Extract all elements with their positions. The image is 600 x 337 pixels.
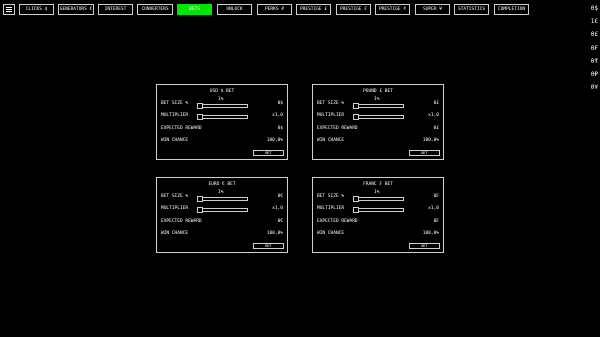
multiplier-value: x1,0 — [272, 113, 283, 118]
bet-size-value: 0₣ — [433, 194, 439, 199]
balance-usd: 0$ — [590, 5, 598, 12]
franc-bet-panel: FRANC ₣ BET 1% BET SIZE % 0₣ MULTIPLIER … — [312, 177, 444, 253]
bet-size-label: BET SIZE % — [317, 194, 345, 199]
bet-size-percent: 1% — [374, 97, 380, 102]
bet-button[interactable]: BET — [253, 243, 284, 249]
balance-ruble: 0₽ — [590, 70, 598, 78]
tab-interest[interactable]: INTEREST — [98, 4, 133, 15]
tab-prestige-franc[interactable]: PRESTIGE ₣ — [336, 4, 371, 15]
balance-rupee: 0₹ — [590, 57, 598, 65]
expected-reward-value: 0€ — [277, 219, 283, 224]
win-chance-label: WIN CHANCE — [161, 138, 189, 143]
slider-handle[interactable] — [197, 114, 203, 120]
expected-reward-label: EXPECTED REWARD — [161, 126, 202, 131]
expected-reward-label: EXPECTED REWARD — [317, 219, 358, 224]
panel-title: FRANC ₣ BET — [363, 182, 393, 187]
balance-pound: 0£ — [590, 31, 598, 39]
tab-perks[interactable]: PERKS ₽ — [257, 4, 292, 15]
slider-handle[interactable] — [353, 114, 359, 120]
tab-completion[interactable]: COMPLETION — [494, 4, 529, 15]
menu-icon[interactable] — [3, 4, 15, 15]
tab-super[interactable]: SUPER ¥ — [415, 4, 450, 15]
win-chance-value: 100,0% — [266, 231, 283, 236]
multiplier-slider[interactable] — [197, 114, 248, 120]
bet-size-label: BET SIZE % — [161, 194, 189, 199]
win-chance-label: WIN CHANCE — [317, 138, 345, 143]
win-chance-value: 100,0% — [422, 138, 439, 143]
bet-size-slider[interactable] — [197, 196, 248, 202]
bet-size-slider[interactable] — [197, 103, 248, 109]
multiplier-value: x1,0 — [428, 206, 439, 211]
slider-handle[interactable] — [353, 103, 359, 109]
bet-size-label: BET SIZE % — [317, 101, 345, 106]
win-chance-label: WIN CHANCE — [317, 231, 345, 236]
expected-reward-label: EXPECTED REWARD — [161, 219, 202, 224]
multiplier-slider[interactable] — [197, 207, 248, 213]
bet-size-value: 0$ — [277, 101, 283, 106]
bet-size-slider[interactable] — [353, 196, 404, 202]
multiplier-slider[interactable] — [353, 114, 404, 120]
bet-size-percent: 1% — [218, 190, 224, 195]
usd-bet-panel: USD $ BET 1% BET SIZE % 0$ MULTIPLIER x1… — [156, 84, 288, 160]
tab-statistics[interactable]: STATISTICS — [454, 4, 489, 15]
tab-prestige-rupee[interactable]: PRESTIGE ₹ — [375, 4, 410, 15]
pound-bet-panel: POUND £ BET 1% BET SIZE % 0£ MULTIPLIER … — [312, 84, 444, 160]
bet-size-value: 0£ — [433, 101, 439, 106]
bet-size-value: 0€ — [277, 194, 283, 199]
multiplier-value: x1,0 — [272, 206, 283, 211]
slider-handle[interactable] — [197, 103, 203, 109]
bet-size-slider[interactable] — [353, 103, 404, 109]
balance-franc: 0₣ — [590, 44, 598, 52]
panel-title: USD $ BET — [209, 89, 235, 94]
slider-handle[interactable] — [353, 196, 359, 202]
win-chance-label: WIN CHANCE — [161, 231, 189, 236]
slider-handle[interactable] — [353, 207, 359, 213]
balance-euro: 1€ — [590, 18, 598, 26]
slider-handle[interactable] — [197, 196, 203, 202]
multiplier-value: x1,0 — [428, 113, 439, 118]
bet-size-percent: 1% — [218, 97, 224, 102]
multiplier-label: MULTIPLIER — [317, 113, 345, 118]
multiplier-label: MULTIPLIER — [161, 206, 189, 211]
tab-bets[interactable]: BETS — [177, 4, 212, 15]
slider-handle[interactable] — [197, 207, 203, 213]
multiplier-slider[interactable] — [353, 207, 404, 213]
multiplier-label: MULTIPLIER — [161, 113, 189, 118]
expected-reward-label: EXPECTED REWARD — [317, 126, 358, 131]
tab-unlock[interactable]: UNLOCK — [217, 4, 252, 15]
tab-generators[interactable]: GENERATORS € — [58, 4, 94, 15]
expected-reward-value: 0₣ — [433, 219, 439, 224]
expected-reward-value: 0£ — [433, 126, 439, 131]
tab-prestige-pound[interactable]: PRESTIGE £ — [296, 4, 331, 15]
currency-balances: 0$ 1€ 0£ 0₣ 0₹ 0₽ 0¥ — [584, 2, 598, 94]
panel-title: POUND £ BET — [363, 89, 393, 94]
bet-button[interactable]: BET — [253, 150, 284, 156]
multiplier-label: MULTIPLIER — [317, 206, 345, 211]
win-chance-value: 100,0% — [422, 231, 439, 236]
balance-yen: 0¥ — [590, 84, 598, 92]
tab-converters[interactable]: CONVERTERS — [137, 4, 173, 15]
bet-button[interactable]: BET — [409, 243, 440, 249]
bet-size-label: BET SIZE % — [161, 101, 189, 106]
bet-size-percent: 1% — [374, 190, 380, 195]
expected-reward-value: 0$ — [277, 126, 283, 131]
euro-bet-panel: EURO € BET 1% BET SIZE % 0€ MULTIPLIER x… — [156, 177, 288, 253]
panel-title: EURO € BET — [208, 182, 236, 187]
win-chance-value: 100,0% — [266, 138, 283, 143]
tab-clicks[interactable]: CLICKS $ — [19, 4, 54, 15]
bet-button[interactable]: BET — [409, 150, 440, 156]
